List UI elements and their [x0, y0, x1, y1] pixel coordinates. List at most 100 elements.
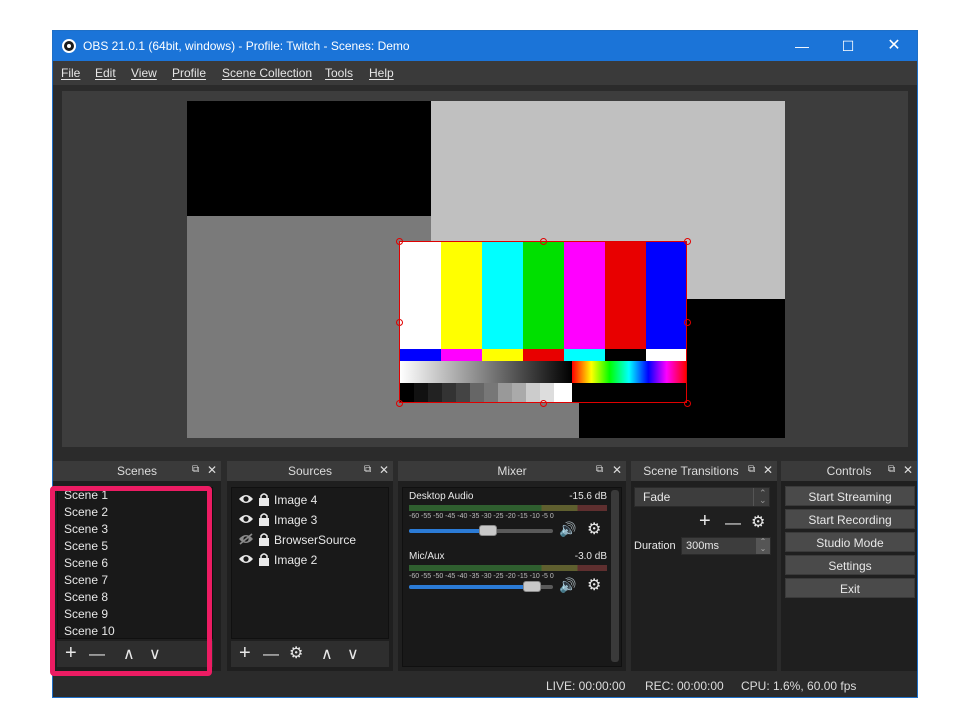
obs-logo-icon: [62, 39, 76, 53]
move-source-up-button[interactable]: ∧: [321, 645, 333, 665]
cpu-status: CPU: 1.6%, 60.00 fps: [741, 679, 857, 693]
resize-handle-top-right[interactable]: [684, 238, 691, 245]
eye-icon[interactable]: [238, 513, 254, 525]
source-item[interactable]: Image 3: [236, 510, 386, 530]
resize-handle-left[interactable]: [396, 319, 403, 326]
float-icon[interactable]: ⧉: [748, 464, 755, 475]
close-dock-icon[interactable]: ✕: [207, 463, 217, 477]
volume-meter: [409, 565, 607, 571]
float-icon[interactable]: ⧉: [192, 464, 199, 475]
slider-knob[interactable]: [479, 525, 497, 536]
lock-icon[interactable]: [258, 552, 270, 566]
resize-handle-top-left[interactable]: [396, 238, 403, 245]
black-block-top-left: [187, 101, 431, 216]
slider-knob[interactable]: [523, 581, 541, 592]
controls-dock: Controls ⧉ ✕ Start Streaming Start Recor…: [781, 461, 917, 671]
preview-canvas[interactable]: [187, 101, 785, 438]
start-recording-button[interactable]: Start Recording: [785, 509, 915, 529]
live-status: LIVE: 00:00:00: [546, 679, 626, 693]
scenes-dock-title: Scenes ⧉ ✕: [53, 461, 221, 481]
start-streaming-button[interactable]: Start Streaming: [785, 486, 915, 506]
menu-help[interactable]: Help: [369, 66, 394, 80]
controls-title: Controls: [826, 464, 872, 478]
close-dock-icon[interactable]: ✕: [612, 463, 622, 477]
remove-source-button[interactable]: —: [263, 645, 279, 665]
float-icon[interactable]: ⧉: [596, 464, 603, 475]
remove-transition-button[interactable]: —: [725, 514, 741, 534]
duration-value: 300ms: [686, 540, 720, 552]
sources-dock: Sources ⧉ ✕ Image 4 Image 3 BrowserSourc…: [227, 461, 393, 671]
menu-view[interactable]: View: [131, 66, 157, 80]
mixer-dock-title: Mixer ⧉ ✕: [398, 461, 626, 481]
volume-meter: [409, 505, 607, 511]
close-button[interactable]: ✕: [871, 31, 917, 61]
meter-ticks: -60 -55 -50 -45 -40 -35 -30 -25 -20 -15 …: [409, 573, 554, 580]
resize-handle-right[interactable]: [684, 319, 691, 326]
source-label: BrowserSource: [274, 533, 357, 547]
source-item[interactable]: Image 2: [236, 550, 386, 570]
eye-hidden-icon[interactable]: [238, 533, 254, 545]
menu-edit[interactable]: Edit: [95, 66, 116, 80]
gear-icon[interactable]: ⚙: [587, 519, 601, 539]
spin-icon: ⌃ ⌄: [759, 488, 767, 505]
sources-dock-title: Sources ⧉ ✕: [227, 461, 393, 481]
mixer-scrollbar[interactable]: [611, 490, 619, 662]
channel-db: -3.0 dB: [574, 551, 607, 562]
source-item[interactable]: BrowserSource: [236, 530, 386, 550]
transition-select[interactable]: Fade ⌃ ⌄: [634, 487, 770, 507]
lock-icon[interactable]: [258, 532, 270, 546]
lock-icon[interactable]: [258, 512, 270, 526]
menu-profile[interactable]: Profile: [172, 66, 206, 80]
source-label: Image 2: [274, 553, 318, 567]
add-source-button[interactable]: +: [239, 643, 251, 663]
rec-status: REC: 00:00:00: [645, 679, 724, 693]
gear-icon[interactable]: ⚙: [587, 575, 601, 595]
source-label: Image 4: [274, 493, 318, 507]
add-transition-button[interactable]: +: [699, 511, 711, 531]
transitions-dock: Scene Transitions ⧉ ✕ Fade ⌃ ⌄ + — ⚙ Dura…: [631, 461, 777, 671]
transitions-title: Scene Transitions: [643, 464, 739, 478]
volume-slider[interactable]: [409, 525, 553, 536]
channel-db: -15.6 dB: [569, 491, 607, 502]
close-dock-icon[interactable]: ✕: [763, 463, 773, 477]
window-title: OBS 21.0.1 (64bit, windows) - Profile: T…: [83, 39, 410, 53]
sources-toolbar: + — ⚙ ∧ ∨: [231, 641, 389, 667]
studio-mode-button[interactable]: Studio Mode: [785, 532, 915, 552]
move-source-down-button[interactable]: ∨: [347, 645, 359, 665]
close-dock-icon[interactable]: ✕: [903, 463, 913, 477]
menu-tools[interactable]: Tools: [325, 66, 353, 80]
status-bar: LIVE: 00:00:00 REC: 00:00:00 CPU: 1.6%, …: [53, 675, 917, 697]
color-bars-source[interactable]: [399, 241, 687, 403]
source-item[interactable]: Image 4: [236, 490, 386, 510]
eye-icon[interactable]: [238, 553, 254, 565]
volume-slider[interactable]: [409, 581, 553, 592]
menu-scene-collection[interactable]: Scene Collection: [222, 66, 312, 80]
resize-handle-top[interactable]: [540, 238, 547, 245]
transitions-dock-title: Scene Transitions ⧉ ✕: [631, 461, 777, 481]
sources-list[interactable]: Image 4 Image 3 BrowserSource Image 2: [231, 487, 389, 639]
transition-select-value: Fade: [643, 490, 671, 504]
close-dock-icon[interactable]: ✕: [379, 463, 389, 477]
speaker-icon[interactable]: 🔊: [559, 521, 576, 538]
lock-icon[interactable]: [258, 492, 270, 506]
source-label: Image 3: [274, 513, 318, 527]
duration-spinner[interactable]: ⌃ ⌄: [756, 538, 770, 554]
resize-handle-bottom-right[interactable]: [684, 400, 691, 407]
source-properties-button[interactable]: ⚙: [289, 644, 303, 664]
resize-handle-bottom[interactable]: [540, 400, 547, 407]
float-icon[interactable]: ⧉: [888, 464, 895, 475]
settings-button[interactable]: Settings: [785, 555, 915, 575]
mixer-title: Mixer: [497, 464, 527, 478]
resize-handle-bottom-left[interactable]: [396, 400, 403, 407]
speaker-icon[interactable]: 🔊: [559, 577, 576, 594]
maximize-button[interactable]: ☐: [825, 31, 871, 61]
title-bar: OBS 21.0.1 (64bit, windows) - Profile: T…: [53, 31, 917, 61]
channel-name: Desktop Audio: [409, 491, 474, 502]
duration-input[interactable]: 300ms ⌃ ⌄: [681, 537, 771, 555]
float-icon[interactable]: ⧉: [364, 464, 371, 475]
eye-icon[interactable]: [238, 493, 254, 505]
transition-properties-button[interactable]: ⚙: [751, 513, 765, 533]
minimize-button[interactable]: —: [779, 31, 825, 61]
exit-button[interactable]: Exit: [785, 578, 915, 598]
menu-file[interactable]: File: [61, 66, 80, 80]
